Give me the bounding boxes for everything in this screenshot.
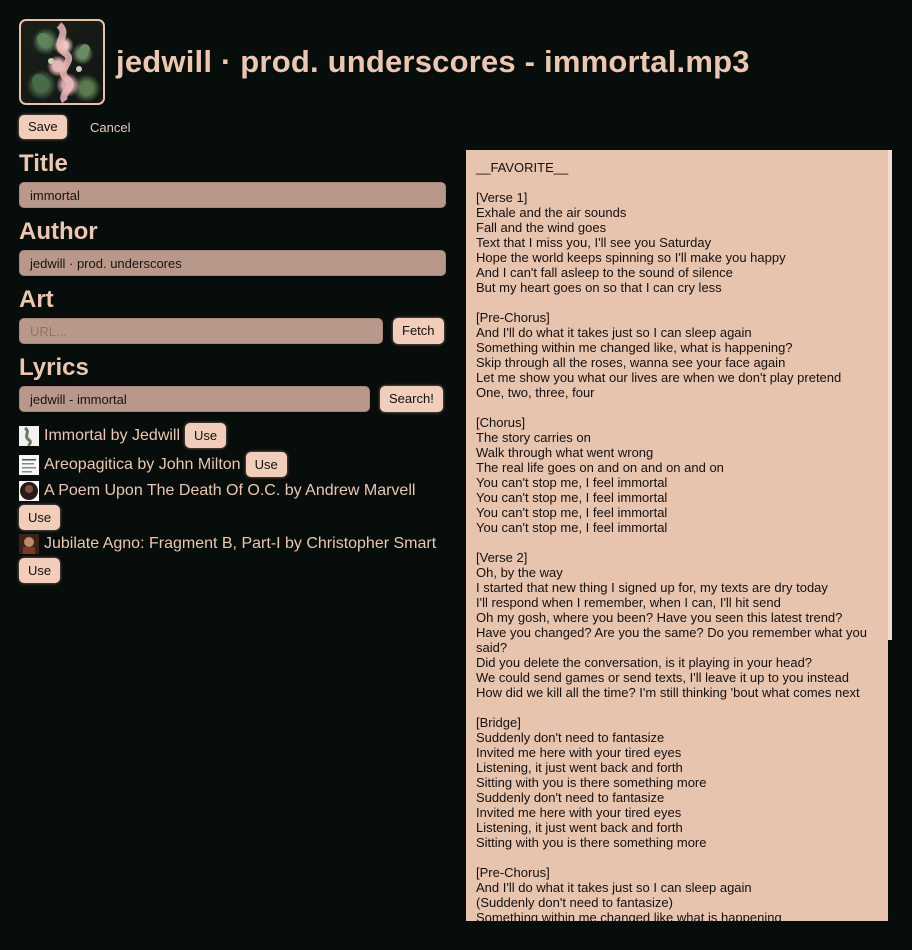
lyrics-textarea[interactable]: __FAVORITE__ [Verse 1] Exhale and the ai… xyxy=(466,150,892,921)
save-button[interactable]: Save xyxy=(19,115,67,139)
lyrics-label: Lyrics xyxy=(19,354,89,381)
result-item: Immortal by Jedwill Use xyxy=(19,423,449,448)
fetch-button[interactable]: Fetch xyxy=(393,318,444,344)
search-button[interactable]: Search! xyxy=(380,386,443,412)
result-title: Immortal by Jedwill xyxy=(44,426,181,444)
result-thumbnail-icon xyxy=(19,534,39,554)
album-art-icon xyxy=(19,19,105,105)
result-item: Areopagitica by John Milton Use xyxy=(19,452,449,477)
page-title: jedwill · prod. underscores - immortal.m… xyxy=(116,44,750,79)
use-button[interactable]: Use xyxy=(245,452,287,477)
art-url-input[interactable]: URL... xyxy=(19,318,383,344)
art-label: Art xyxy=(19,286,54,313)
result-item: A Poem Upon The Death Of O.C. by Andrew … xyxy=(19,481,449,530)
resize-handle[interactable] xyxy=(888,640,892,922)
result-title: Areopagitica by John Milton xyxy=(44,455,241,473)
result-thumbnail-icon xyxy=(19,481,39,501)
cancel-button[interactable]: Cancel xyxy=(90,120,130,135)
result-thumbnail-icon xyxy=(19,425,39,446)
lyrics-search-input[interactable]: jedwill - immortal xyxy=(19,386,370,412)
album-art-image xyxy=(32,22,93,103)
search-results: Immortal by Jedwill Use Areopagitica by … xyxy=(19,423,449,587)
use-button[interactable]: Use xyxy=(19,505,61,530)
result-title: A Poem Upon The Death Of O.C. by Andrew … xyxy=(44,482,416,499)
use-button[interactable]: Use xyxy=(185,423,227,448)
result-item: Jubilate Agno: Fragment B, Part-I by Chr… xyxy=(19,534,449,583)
use-button[interactable]: Use xyxy=(19,558,61,583)
header: jedwill · prod. underscores - immortal.m… xyxy=(19,19,750,105)
author-field[interactable]: jedwill · prod. underscores xyxy=(19,250,446,276)
title-field[interactable]: immortal xyxy=(19,182,446,208)
result-title: Jubilate Agno: Fragment B, Part-I by Chr… xyxy=(44,535,437,552)
title-label: Title xyxy=(19,150,68,177)
result-thumbnail-icon xyxy=(19,454,39,475)
author-label: Author xyxy=(19,218,98,245)
